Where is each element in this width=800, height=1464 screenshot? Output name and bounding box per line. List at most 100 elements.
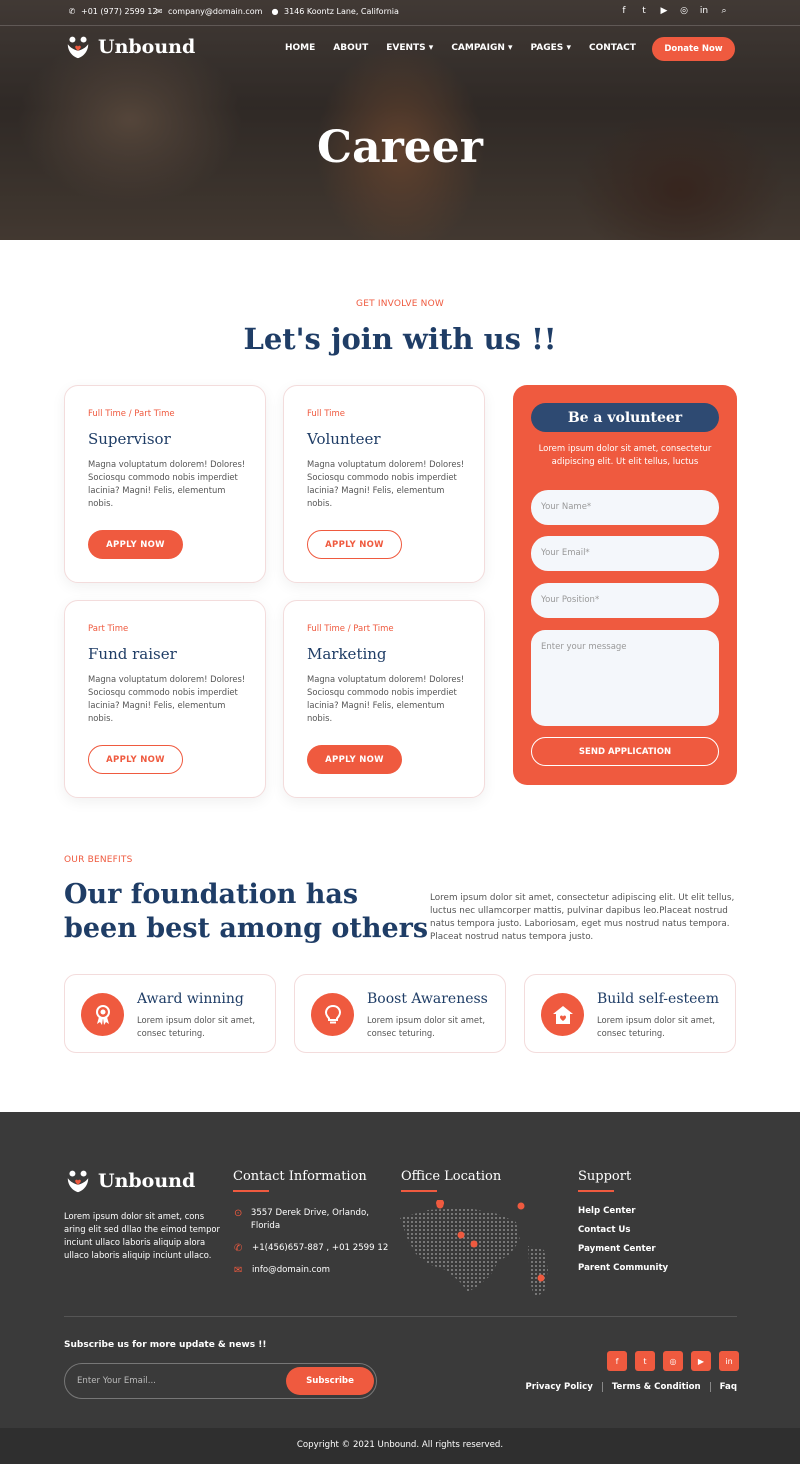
chevron-down-icon: ▾: [508, 43, 513, 53]
logo-text: Unbound: [98, 36, 196, 58]
email-input[interactable]: Your Email*: [531, 536, 719, 571]
footer-link-parent-community[interactable]: Parent Community: [578, 1263, 668, 1273]
footer-social-links: f t ◎ ▶ in: [607, 1351, 739, 1371]
site-logo[interactable]: Unbound: [64, 34, 195, 60]
home-heart-icon: [541, 993, 584, 1036]
volunteer-form: Be a volunteer Lorem ipsum dolor sit ame…: [513, 385, 737, 785]
job-card: Full Time / Part Time Supervisor Magna v…: [64, 385, 266, 583]
benefit-desc: Lorem ipsum dolor sit amet, consec tetur…: [597, 1015, 716, 1038]
job-card: Full Time / Part Time Marketing Magna vo…: [283, 600, 485, 798]
nav-campaign[interactable]: CAMPAIGN ▾: [451, 43, 512, 53]
subscribe-email-input[interactable]: Enter Your Email...: [77, 1376, 156, 1386]
job-title: Volunteer: [307, 430, 381, 448]
topbar-phone[interactable]: ✆ +01 (977) 2599 12: [67, 7, 158, 16]
hero-banner: ✆ +01 (977) 2599 12 ✉ company@domain.com ●…: [0, 0, 800, 240]
site-footer: Unbound Lorem ipsum dolor sit amet, cons…: [0, 1112, 800, 1464]
terms-link[interactable]: Terms & Condition: [612, 1382, 701, 1392]
job-desc: Magna voluptatum dolorem! Dolores! Socio…: [307, 674, 465, 723]
job-type: Full Time: [307, 409, 346, 419]
footer-phone[interactable]: ✆ +1(456)657-887 , +01 2599 12: [234, 1242, 388, 1255]
footer-link-contact-us[interactable]: Contact Us: [578, 1225, 631, 1235]
privacy-policy-link[interactable]: Privacy Policy: [525, 1382, 592, 1392]
benefit-card: Boost Awareness Lorem ipsum dolor sit am…: [294, 974, 506, 1053]
main-nav: HOME ABOUT EVENTS ▾ CAMPAIGN ▾ PAGES ▾ C…: [285, 43, 654, 53]
apply-now-button[interactable]: APPLY NOW: [307, 745, 402, 774]
search-icon[interactable]: ⌕: [718, 6, 730, 16]
job-desc: Magna voluptatum dolorem! Dolores! Socio…: [88, 459, 246, 508]
facebook-icon[interactable]: f: [607, 1351, 627, 1371]
footer-about: Lorem ipsum dolor sit amet, cons aring e…: [64, 1211, 220, 1260]
job-card: Full Time Volunteer Magna voluptatum dol…: [283, 385, 485, 583]
topbar-address: ● 3146 Koontz Lane, California: [271, 7, 399, 16]
footer-link-payment-center[interactable]: Payment Center: [578, 1244, 656, 1254]
page-title: Career: [317, 122, 483, 173]
footer-address: ⊙ 3557 Derek Drive, Orlando, Florida: [234, 1208, 369, 1231]
apply-now-button[interactable]: APPLY NOW: [307, 530, 402, 559]
nav-pages[interactable]: PAGES ▾: [531, 43, 571, 53]
donate-button[interactable]: Donate Now: [652, 37, 735, 61]
mail-icon: ✉: [234, 1265, 243, 1276]
apply-now-button[interactable]: APPLY NOW: [88, 745, 183, 774]
benefit-card: Build self-esteem Lorem ipsum dolor sit …: [524, 974, 736, 1053]
benefits-eyebrow: OUR BENEFITS: [64, 855, 133, 865]
footer-logo[interactable]: Unbound: [64, 1168, 195, 1194]
job-card: Part Time Fund raiser Magna voluptatum d…: [64, 600, 266, 798]
benefit-title: Boost Awareness: [367, 991, 488, 1007]
position-input[interactable]: Your Position*: [531, 583, 719, 618]
copyright: Copyright © 2021 Unbound. All rights res…: [0, 1428, 800, 1464]
benefits-heading: Our foundation has been best among other…: [64, 879, 429, 944]
nav-contact[interactable]: CONTACT: [589, 43, 636, 53]
nav-home[interactable]: HOME: [285, 43, 315, 53]
benefit-desc: Lorem ipsum dolor sit amet, consec tetur…: [137, 1015, 256, 1038]
benefit-title: Build self-esteem: [597, 991, 719, 1007]
instagram-icon[interactable]: ◎: [678, 6, 690, 16]
logo-text: Unbound: [98, 1170, 196, 1192]
footer-divider: [64, 1316, 737, 1317]
office-location-map: [400, 1200, 548, 1298]
subscribe-title: Subscribe us for more update & news !!: [64, 1340, 267, 1350]
youtube-icon[interactable]: ▶: [691, 1351, 711, 1371]
logo-heart-icon: [67, 36, 89, 59]
join-heading: Let's join with us !!: [243, 322, 557, 356]
job-title: Fund raiser: [88, 645, 177, 663]
job-title: Supervisor: [88, 430, 171, 448]
chevron-down-icon: ▾: [566, 43, 571, 53]
job-type: Full Time / Part Time: [88, 409, 175, 419]
chevron-down-icon: ▾: [428, 43, 434, 53]
instagram-icon[interactable]: ◎: [663, 1351, 683, 1371]
job-desc: Magna voluptatum dolorem! Dolores! Socio…: [307, 459, 465, 508]
topbar-email[interactable]: ✉ company@domain.com: [154, 7, 263, 16]
location-pin-icon: ●: [271, 7, 279, 16]
message-textarea[interactable]: Enter your message: [531, 630, 719, 726]
location-pin-icon: ⊙: [234, 1208, 243, 1219]
footer-link-help-center[interactable]: Help Center: [578, 1206, 636, 1216]
nav-about[interactable]: ABOUT: [333, 43, 368, 53]
linkedin-icon[interactable]: in: [719, 1351, 739, 1371]
join-eyebrow: GET INVOLVE NOW: [356, 299, 444, 309]
volunteer-form-intro: Lorem ipsum dolor sit amet, consectetur …: [538, 444, 712, 467]
job-desc: Magna voluptatum dolorem! Dolores! Socio…: [88, 674, 246, 723]
benefits-description: Lorem ipsum dolor sit amet, consectetur …: [430, 893, 735, 942]
apply-now-button[interactable]: APPLY NOW: [88, 530, 183, 559]
volunteer-form-title: Be a volunteer: [531, 403, 719, 432]
job-title: Marketing: [307, 645, 387, 663]
footer-legal-links: Privacy Policy Terms & Condition Faq: [525, 1382, 737, 1392]
award-icon: [81, 993, 124, 1036]
lightbulb-icon: [311, 993, 354, 1036]
youtube-icon[interactable]: ▶: [658, 6, 670, 16]
name-input[interactable]: Your Name*: [531, 490, 719, 525]
twitter-icon[interactable]: t: [635, 1351, 655, 1371]
subscribe-button[interactable]: Subscribe: [286, 1367, 374, 1395]
subscribe-form: Enter Your Email... Subscribe: [64, 1363, 377, 1399]
job-type: Part Time: [88, 624, 129, 634]
footer-email[interactable]: ✉ info@domain.com: [234, 1264, 330, 1277]
facebook-icon[interactable]: f: [618, 6, 630, 16]
phone-icon: ✆: [234, 1243, 243, 1254]
divider: [709, 1382, 711, 1392]
faq-link[interactable]: Faq: [720, 1382, 737, 1392]
nav-events[interactable]: EVENTS ▾: [386, 43, 433, 53]
linkedin-icon[interactable]: in: [698, 6, 710, 16]
mail-icon: ✉: [155, 7, 163, 16]
send-application-button[interactable]: SEND APPLICATION: [531, 737, 719, 766]
twitter-icon[interactable]: t: [638, 6, 650, 16]
